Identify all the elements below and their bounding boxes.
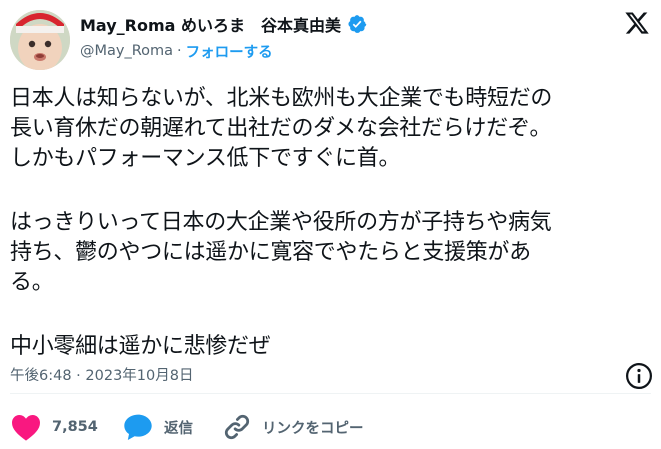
- handle-row: @May_Roma · フォローする: [80, 41, 273, 61]
- tweet-paragraph-3: 中小零細は遥かに悲惨だぜ: [10, 332, 656, 362]
- author-name-row: May_Roma めいろま 谷本真由美: [80, 13, 367, 35]
- tweet-timestamp[interactable]: 午後6:48 · 2023年10月8日: [10, 364, 193, 385]
- copy-link-button[interactable]: リンクをコピー: [222, 409, 364, 445]
- display-name[interactable]: May_Roma めいろま 谷本真由美: [80, 12, 341, 36]
- divider: [10, 393, 651, 394]
- info-icon[interactable]: [624, 361, 654, 391]
- tweet-line: 中小零細は遥かに悲惨だぜ: [10, 334, 271, 359]
- speech-bubble-icon: [124, 414, 152, 441]
- heart-icon: [12, 415, 40, 441]
- tweet-line: 長い育休だの朝遅れて出社だのダメな会社だらけだぞ。: [10, 116, 552, 141]
- like-button[interactable]: 7,854: [10, 409, 98, 445]
- tweet-line: はっきりいって日本の大企業や役所の方が子持ちや病気: [10, 210, 552, 235]
- separator-dot: ·: [177, 43, 182, 59]
- tweet-line: 持ち、鬱のやつには遥かに寛容でやたらと支援策があ: [10, 240, 531, 265]
- tweet-paragraph-2: はっきりいって日本の大企業や役所の方が子持ちや病気 持ち、鬱のやつには遥かに寛容…: [10, 208, 656, 298]
- reply-button[interactable]: 返信: [122, 409, 193, 445]
- verified-badge-icon: [348, 15, 367, 33]
- tweet-text: 日本人は知らないが、北米も欧州も大企業でも時短だの 長い育休だの朝遅れて出社だの…: [10, 84, 656, 362]
- x-logo-icon[interactable]: [624, 10, 650, 36]
- link-icon: [224, 414, 250, 440]
- reply-label: 返信: [164, 420, 193, 437]
- like-count: 7,854: [52, 419, 98, 435]
- tweet-paragraph-1: 日本人は知らないが、北米も欧州も大企業でも時短だの 長い育休だの朝遅れて出社だの…: [10, 84, 656, 174]
- avatar-photo: [10, 10, 70, 70]
- copy-link-label: リンクをコピー: [262, 420, 364, 437]
- follow-button[interactable]: フォローする: [186, 41, 273, 62]
- avatar[interactable]: [10, 10, 70, 70]
- tweet-line: しかもパフォーマンス低下ですぐに首。: [10, 146, 401, 171]
- tweet-line: る。: [10, 270, 54, 295]
- author-handle[interactable]: @May_Roma: [80, 43, 173, 59]
- tweet-line: 日本人は知らないが、北米も欧州も大企業でも時短だの: [10, 86, 553, 111]
